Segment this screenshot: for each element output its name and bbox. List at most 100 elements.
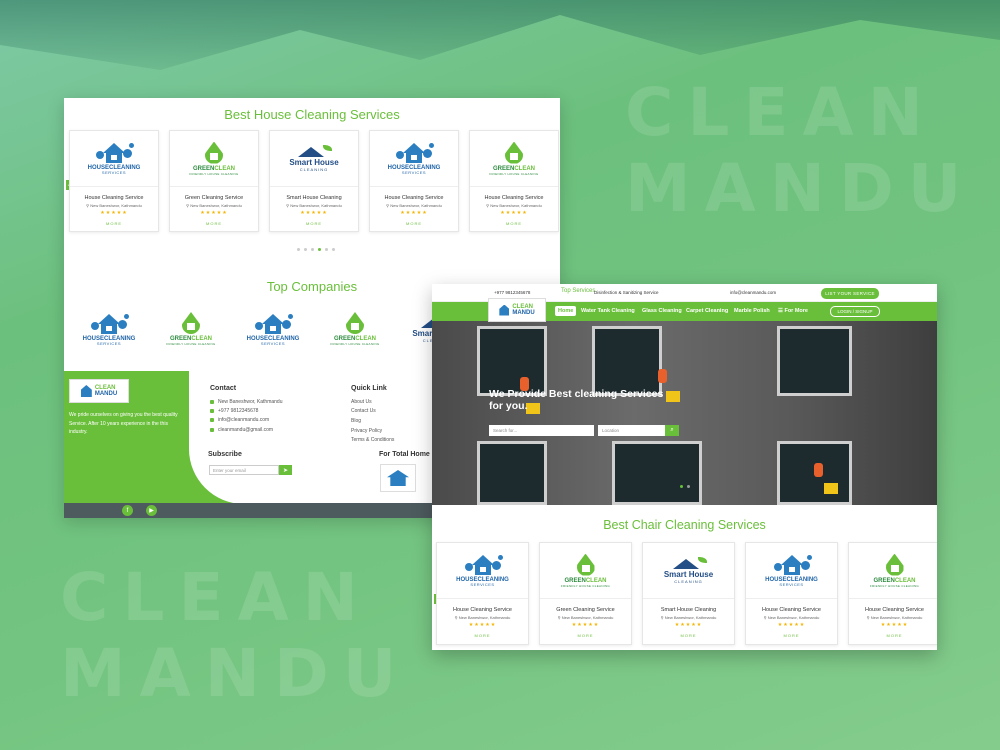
carousel-dot-active[interactable]	[318, 248, 321, 251]
service-card[interactable]: Smart House CLEANING Smart House Cleaning ⚲…	[642, 542, 735, 645]
more-link[interactable]: MORE	[206, 221, 222, 226]
more-link[interactable]: MORE	[306, 221, 322, 226]
green-drop-house-icon	[576, 553, 595, 576]
more-link[interactable]: MORE	[578, 633, 594, 638]
card-location: ⚲ New Baneshwor, Kathmandu	[557, 615, 614, 620]
contact-email[interactable]: info@cleanmandu.com	[210, 417, 269, 423]
subscribe-heading: Subscribe	[208, 451, 242, 458]
more-link[interactable]: MORE	[887, 633, 903, 638]
card-title: Smart House Cleaning	[660, 607, 717, 613]
company-logo: HOUSECLEANING SERVICES	[70, 131, 158, 187]
company-logo[interactable]: GREENCLEAN FRIENDLY HOUSE CLEANING	[322, 304, 388, 354]
rating-stars-icon: ★★★★★	[674, 622, 703, 628]
service-card[interactable]: HOUSECLEANING SERVICES House Cleaning Serv…	[369, 130, 459, 232]
rating-stars-icon: ★★★★★	[500, 210, 528, 216]
worker-figure	[814, 463, 823, 477]
quick-link-heading: Quick Link	[351, 385, 387, 392]
phone-icon	[210, 409, 214, 413]
service-card[interactable]: HOUSECLEANING SERVICES House Cleaning Serv…	[69, 130, 159, 232]
contact-email-alt[interactable]: cleanmandu@gmail.com	[210, 427, 273, 433]
service-card[interactable]: HOUSECLEANING SERVICES House Cleaning Serv…	[745, 542, 838, 645]
front-page-mockup: +977 9812345678 Top Services Disinfectio…	[432, 284, 937, 650]
nav-carpet[interactable]: Carpet Cleaning	[686, 308, 728, 314]
company-logo[interactable]: HOUSECLEANING SERVICES	[240, 304, 306, 354]
house-tools-icon	[387, 470, 409, 486]
login-signup-button[interactable]: LOGIN / SIGNUP	[830, 306, 880, 317]
rating-stars-icon: ★★★★★	[571, 622, 600, 628]
service-card[interactable]: HOUSECLEANING SERVICES House Cleaning Serv…	[436, 542, 529, 645]
service-card[interactable]: GREENCLEAN FRIENDLY HOUSE CLEANING Green C…	[539, 542, 632, 645]
carousel-dot[interactable]	[325, 248, 328, 251]
service-card[interactable]: GREENCLEAN FRIENDLY HOUSE CLEANING Green C…	[169, 130, 259, 232]
list-service-button[interactable]: LIST YOUR SERVICE	[821, 288, 879, 299]
more-link[interactable]: MORE	[506, 221, 522, 226]
card-location: ⚲ New Baneshwor, Kathmandu	[486, 203, 542, 208]
service-card[interactable]: GREENCLEAN FRIENDLY HOUSE CLEANING House C…	[469, 130, 559, 232]
building-window	[592, 326, 662, 396]
carousel-dot[interactable]	[311, 248, 314, 251]
nav-for-more[interactable]: ☰ For More	[778, 308, 808, 314]
companies-list: HOUSECLEANING SERVICES GREENCLEAN FRIENDLY …	[76, 304, 470, 354]
logo-mark-icon	[499, 304, 510, 316]
more-link[interactable]: MORE	[406, 221, 422, 226]
company-logo[interactable]: HOUSECLEANING SERVICES	[76, 304, 142, 354]
card-title: House Cleaning Service	[484, 195, 544, 201]
nav-home[interactable]: Home	[555, 306, 577, 316]
rating-stars-icon: ★★★★★	[100, 210, 128, 216]
subscribe-send-button[interactable]: ➤	[279, 465, 292, 475]
carousel-dot[interactable]	[332, 248, 335, 251]
company-logo[interactable]: GREENCLEAN FRIENDLY HOUSE CLEANING	[158, 304, 224, 354]
carousel-dot[interactable]	[297, 248, 300, 251]
company-logo: Smart House CLEANING	[643, 543, 734, 599]
quick-link-terms[interactable]: Terms & Conditions	[351, 437, 394, 443]
more-link[interactable]: MORE	[475, 633, 491, 638]
hero-search-input[interactable]: Search for...	[489, 425, 594, 436]
card-title: Smart House Cleaning	[286, 195, 342, 201]
logo-mark-icon	[80, 385, 92, 397]
total-home-image	[380, 464, 416, 492]
quick-link-blog[interactable]: Blog	[351, 418, 361, 424]
quick-link-contact[interactable]: Contact Us	[351, 408, 376, 414]
facebook-icon[interactable]: f	[122, 505, 133, 516]
house-bubbles-icon	[391, 141, 437, 165]
quick-link-privacy[interactable]: Privacy Policy	[351, 428, 382, 434]
hero-search-button[interactable]: ⌕	[665, 425, 679, 436]
building-window	[477, 441, 547, 505]
nav-water-tank[interactable]: Water Tank Cleaning	[581, 308, 635, 314]
carousel-dot[interactable]	[304, 248, 307, 251]
quick-link-about[interactable]: About Us	[351, 399, 372, 405]
subscribe-email-input[interactable]: Enter your email	[209, 465, 279, 475]
company-logo: HOUSECLEANING SERVICES	[370, 131, 458, 187]
hero-dot-active[interactable]	[680, 485, 683, 488]
contact-address: New Baneshwor, Kathmandu	[210, 399, 282, 405]
hero-headline: We Provide Best cleaning Services for you…	[489, 388, 664, 413]
building-window	[477, 326, 547, 396]
more-link[interactable]: MORE	[106, 221, 122, 226]
youtube-icon[interactable]: ▶	[146, 505, 157, 516]
total-home-heading: For Total Home	[379, 451, 430, 458]
topbar-service-ticker[interactable]: Disinfection & Sanitizing Service	[594, 290, 659, 295]
topbar-phone[interactable]: +977 9812345678	[494, 290, 530, 295]
hero-dots	[680, 485, 690, 488]
site-logo[interactable]: CLEAN MANDU	[488, 298, 546, 322]
hero-dot[interactable]	[687, 485, 690, 488]
house-bubbles-icon	[460, 553, 506, 577]
service-card[interactable]: Smart House CLEANING Smart House Cleaning ⚲…	[269, 130, 359, 232]
more-link[interactable]: MORE	[681, 633, 697, 638]
service-card[interactable]: GREENCLEAN FRIENDLY HOUSE CLEANING House C…	[848, 542, 937, 645]
card-location: ⚲ New Baneshwor, Kathmandu	[286, 203, 342, 208]
card-location: ⚲ New Baneshwor, Kathmandu	[660, 615, 717, 620]
green-drop-house-icon	[205, 141, 223, 164]
topbar-email[interactable]: info@cleanmandu.com	[730, 290, 776, 295]
footer-logo[interactable]: CLEAN MANDU	[69, 379, 129, 403]
card-title: House Cleaning Service	[761, 607, 821, 613]
more-link[interactable]: MORE	[784, 633, 800, 638]
nav-marble[interactable]: Marble Polish	[734, 308, 770, 314]
card-title: House Cleaning Service	[452, 607, 512, 613]
company-logo: GREENCLEAN FRIENDLY HOUSE CLEANING	[849, 543, 937, 599]
building-window	[612, 441, 702, 505]
service-card-list: HOUSECLEANING SERVICES House Cleaning Serv…	[436, 542, 937, 645]
hero-location-input[interactable]: Location	[598, 425, 665, 436]
contact-phone[interactable]: +977 9812345678	[210, 408, 258, 414]
nav-glass[interactable]: Glass Cleaning	[642, 308, 682, 314]
